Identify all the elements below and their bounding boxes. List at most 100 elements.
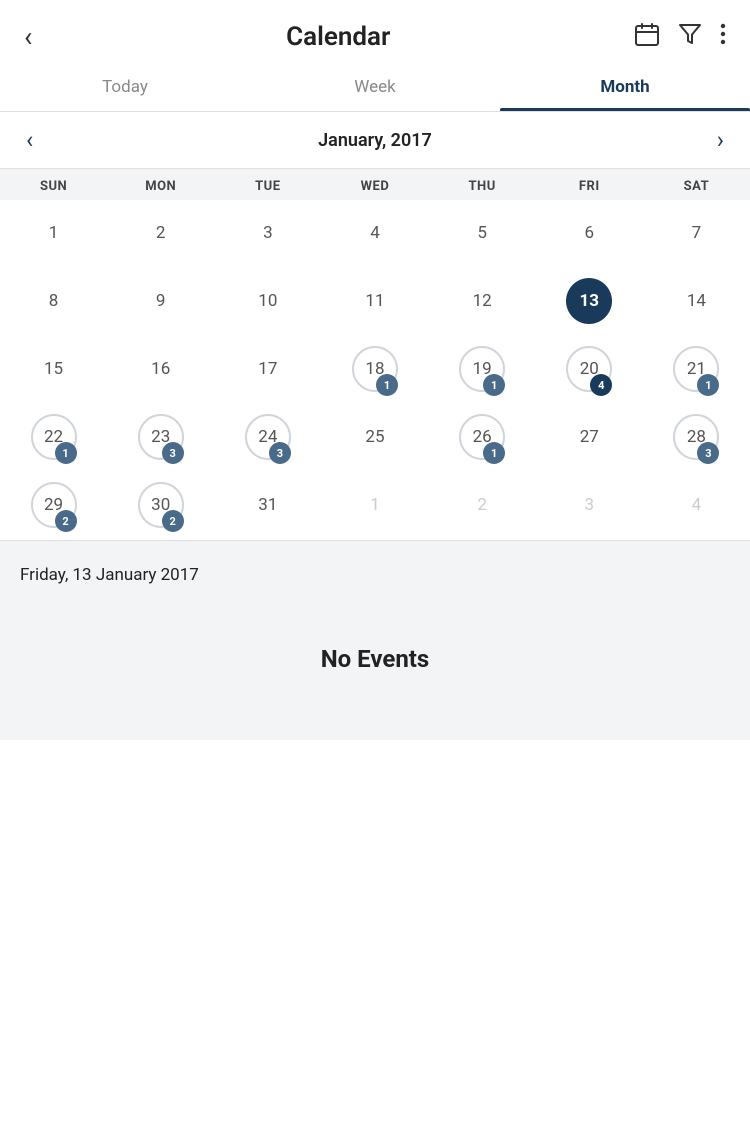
month-navigation: ‹ January, 2017 › bbox=[0, 112, 750, 169]
more-icon[interactable] bbox=[720, 22, 726, 52]
date-number[interactable]: 221 bbox=[31, 414, 77, 460]
date-number[interactable]: 17 bbox=[245, 346, 291, 392]
calendar-day[interactable]: 5 bbox=[429, 200, 536, 268]
calendar-day[interactable]: 4 bbox=[321, 200, 428, 268]
event-badge: 2 bbox=[55, 510, 77, 532]
date-number[interactable]: 6 bbox=[566, 210, 612, 256]
date-number[interactable]: 292 bbox=[31, 482, 77, 528]
calendar-day[interactable]: 191 bbox=[429, 336, 536, 404]
calendar-day[interactable]: 10 bbox=[214, 268, 321, 336]
calendar-day[interactable]: 11 bbox=[321, 268, 428, 336]
calendar-day[interactable]: 204 bbox=[536, 336, 643, 404]
day-header-tue: TUE bbox=[214, 179, 321, 194]
date-number[interactable]: 12 bbox=[459, 278, 505, 324]
tab-bar: Today Week Month bbox=[0, 63, 750, 112]
calendar-day[interactable]: 9 bbox=[107, 268, 214, 336]
event-badge: 3 bbox=[697, 442, 719, 464]
event-badge: 1 bbox=[55, 442, 77, 464]
date-number[interactable]: 3 bbox=[245, 210, 291, 256]
date-number[interactable]: 1 bbox=[31, 210, 77, 256]
date-number[interactable]: 5 bbox=[459, 210, 505, 256]
date-number[interactable]: 31 bbox=[245, 482, 291, 528]
calendar-icon[interactable] bbox=[634, 21, 660, 53]
calendar-day[interactable]: 27 bbox=[536, 404, 643, 472]
calendar-day[interactable]: 3 bbox=[214, 200, 321, 268]
calendar-day[interactable]: 16 bbox=[107, 336, 214, 404]
calendar-day[interactable]: 181 bbox=[321, 336, 428, 404]
date-number[interactable]: 13 bbox=[566, 278, 612, 324]
date-number[interactable]: 14 bbox=[673, 278, 719, 324]
calendar-day[interactable]: 261 bbox=[429, 404, 536, 472]
date-number[interactable]: 1 bbox=[352, 482, 398, 528]
calendar-day[interactable]: 13 bbox=[536, 268, 643, 336]
tab-month[interactable]: Month bbox=[500, 63, 750, 111]
calendar-day[interactable]: 221 bbox=[0, 404, 107, 472]
date-number[interactable]: 3 bbox=[566, 482, 612, 528]
date-number[interactable]: 243 bbox=[245, 414, 291, 460]
date-number[interactable]: 204 bbox=[566, 346, 612, 392]
date-number[interactable]: 283 bbox=[673, 414, 719, 460]
next-month-button[interactable]: › bbox=[707, 122, 734, 158]
date-number[interactable]: 8 bbox=[31, 278, 77, 324]
date-number[interactable]: 10 bbox=[245, 278, 291, 324]
date-number[interactable]: 11 bbox=[352, 278, 398, 324]
calendar-day[interactable]: 292 bbox=[0, 472, 107, 540]
date-number[interactable]: 2 bbox=[459, 482, 505, 528]
date-number[interactable]: 261 bbox=[459, 414, 505, 460]
calendar-day[interactable]: 233 bbox=[107, 404, 214, 472]
event-badge: 2 bbox=[162, 510, 184, 532]
date-number[interactable]: 15 bbox=[31, 346, 77, 392]
calendar-day[interactable]: 17 bbox=[214, 336, 321, 404]
event-badge: 3 bbox=[162, 442, 184, 464]
calendar-day[interactable]: 4 bbox=[643, 472, 750, 540]
calendar-day[interactable]: 12 bbox=[429, 268, 536, 336]
event-badge: 3 bbox=[269, 442, 291, 464]
prev-month-button[interactable]: ‹ bbox=[16, 122, 43, 158]
day-header-fri: FRI bbox=[536, 179, 643, 194]
calendar-day[interactable]: 7 bbox=[643, 200, 750, 268]
tab-week[interactable]: Week bbox=[250, 63, 500, 111]
calendar-day[interactable]: 2 bbox=[429, 472, 536, 540]
date-number[interactable]: 25 bbox=[352, 414, 398, 460]
calendar-day[interactable]: 243 bbox=[214, 404, 321, 472]
date-number[interactable]: 2 bbox=[138, 210, 184, 256]
calendar-day[interactable]: 3 bbox=[536, 472, 643, 540]
filter-icon[interactable] bbox=[678, 22, 702, 52]
header-left: ‹ bbox=[24, 20, 42, 53]
tab-today[interactable]: Today bbox=[0, 63, 250, 111]
event-badge: 1 bbox=[483, 442, 505, 464]
date-number[interactable]: 302 bbox=[138, 482, 184, 528]
app-header: ‹ Calendar bbox=[0, 0, 750, 63]
day-header-wed: WED bbox=[321, 179, 428, 194]
day-header-thu: THU bbox=[429, 179, 536, 194]
day-header-sun: SUN bbox=[0, 179, 107, 194]
date-number[interactable]: 181 bbox=[352, 346, 398, 392]
calendar-day[interactable]: 2 bbox=[107, 200, 214, 268]
calendar-day[interactable]: 1 bbox=[321, 472, 428, 540]
selected-date-label: Friday, 13 January 2017 bbox=[20, 565, 730, 585]
calendar-day[interactable]: 8 bbox=[0, 268, 107, 336]
date-number[interactable]: 4 bbox=[673, 482, 719, 528]
calendar-day[interactable]: 1 bbox=[0, 200, 107, 268]
date-number[interactable]: 7 bbox=[673, 210, 719, 256]
calendar-day[interactable]: 6 bbox=[536, 200, 643, 268]
event-badge: 1 bbox=[697, 374, 719, 396]
date-number[interactable]: 211 bbox=[673, 346, 719, 392]
calendar-day[interactable]: 25 bbox=[321, 404, 428, 472]
date-number[interactable]: 16 bbox=[138, 346, 184, 392]
calendar-day[interactable]: 283 bbox=[643, 404, 750, 472]
date-number[interactable]: 4 bbox=[352, 210, 398, 256]
date-number[interactable]: 9 bbox=[138, 278, 184, 324]
calendar-day[interactable]: 211 bbox=[643, 336, 750, 404]
day-header-mon: MON bbox=[107, 179, 214, 194]
date-number[interactable]: 27 bbox=[566, 414, 612, 460]
day-header-sat: SAT bbox=[643, 179, 750, 194]
date-number[interactable]: 191 bbox=[459, 346, 505, 392]
calendar-day[interactable]: 302 bbox=[107, 472, 214, 540]
calendar-day[interactable]: 15 bbox=[0, 336, 107, 404]
day-headers: SUN MON TUE WED THU FRI SAT bbox=[0, 169, 750, 200]
back-button[interactable]: ‹ bbox=[24, 20, 32, 53]
calendar-day[interactable]: 31 bbox=[214, 472, 321, 540]
calendar-day[interactable]: 14 bbox=[643, 268, 750, 336]
date-number[interactable]: 233 bbox=[138, 414, 184, 460]
